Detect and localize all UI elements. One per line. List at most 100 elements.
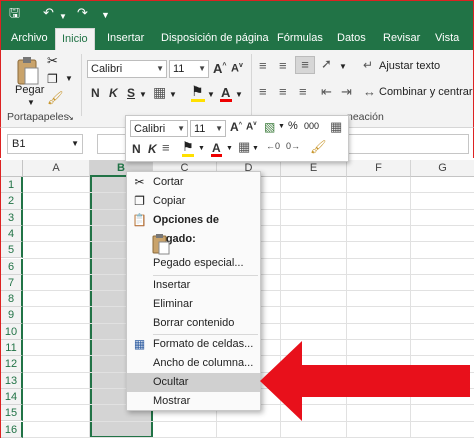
column-header-a[interactable]: A (23, 160, 90, 177)
align-bottom-icon[interactable]: ≡ (295, 56, 315, 74)
orientation-icon[interactable]: ➚ (321, 56, 332, 72)
center-align-icon[interactable]: ≡ (162, 140, 170, 155)
mini-font-size[interactable]: 11 ▼ (190, 120, 226, 137)
undo-icon[interactable]: ↶ (43, 5, 54, 21)
bold-icon[interactable]: N (91, 86, 100, 100)
row-header[interactable]: 14 (1, 388, 23, 406)
chevron-down-icon[interactable]: ▼ (235, 90, 243, 99)
menu-item-format-cells[interactable]: ▦ Formato de celdas... (127, 335, 260, 354)
row-header[interactable]: 3 (1, 209, 23, 226)
row-header[interactable]: 4 (1, 225, 23, 243)
wrap-text-button[interactable]: Ajustar texto (379, 60, 440, 72)
format-painter-icon[interactable]: 🖌 (47, 90, 64, 106)
chevron-down-icon[interactable]: ▼ (198, 145, 205, 152)
menu-item-paste-special[interactable]: Pegado especial... (127, 254, 260, 273)
menu-item-unhide[interactable]: Mostrar (127, 392, 260, 411)
paste-dropdown-icon[interactable]: ▼ (27, 98, 35, 107)
row-header[interactable]: 10 (1, 323, 23, 340)
menu-item-copy[interactable]: ❐ Copiar (127, 192, 260, 211)
customize-toolbar-icon[interactable]: ▼ (101, 7, 110, 23)
bold-icon[interactable]: N (132, 142, 141, 156)
row-header[interactable]: 8 (1, 291, 23, 308)
align-right-icon[interactable]: ≡ (299, 84, 307, 99)
align-top-icon[interactable]: ≡ (259, 58, 267, 73)
column-header-e[interactable]: E (281, 160, 347, 177)
chevron-down-icon[interactable]: ▼ (278, 123, 285, 130)
font-size-box[interactable]: 11 ▼ (169, 60, 209, 78)
tab-datos[interactable]: Datos (331, 28, 372, 50)
row-header[interactable]: 1 (1, 177, 23, 194)
row-header[interactable]: 7 (1, 274, 23, 292)
wrap-text-icon[interactable]: ↵ (363, 58, 373, 72)
dialog-launcher-icon[interactable]: ↘ (67, 113, 74, 122)
align-center-icon[interactable]: ≡ (279, 84, 287, 99)
redo-icon[interactable]: ↷ (77, 5, 88, 21)
merge-center-button[interactable]: Combinar y centrar (379, 86, 473, 98)
menu-item-hide[interactable]: Ocultar (127, 373, 260, 392)
increase-decimal-icon[interactable]: ←0 (266, 141, 280, 151)
accounting-format-icon[interactable]: ▧ (264, 120, 275, 134)
tab-insertar[interactable]: Insertar (101, 28, 150, 50)
merge-center-icon[interactable]: ↔ (363, 84, 376, 99)
tab-disposicion[interactable]: Disposición de página (155, 28, 275, 50)
menu-item-cut[interactable]: ✂ Cortar (127, 173, 260, 192)
increase-font-icon[interactable]: A^ (230, 120, 242, 134)
font-color-icon[interactable]: A (212, 141, 221, 155)
row-header[interactable]: 6 (1, 258, 23, 275)
underline-icon[interactable]: S (127, 86, 135, 100)
align-left-icon[interactable]: ≡ (259, 84, 267, 99)
row-header[interactable]: 15 (1, 405, 23, 422)
thousands-separator-button[interactable]: 000 (304, 121, 319, 131)
chevron-down-icon[interactable]: ▼ (169, 90, 177, 99)
decrease-indent-icon[interactable]: ⇤ (321, 84, 332, 100)
copy-icon[interactable]: ❐ (47, 72, 58, 86)
italic-icon[interactable]: K (109, 86, 118, 100)
chevron-down-icon[interactable]: ▼ (252, 145, 259, 152)
font-color-icon[interactable]: A (221, 85, 230, 100)
menu-item-clear-contents[interactable]: Borrar contenido (127, 314, 260, 333)
row-header[interactable]: 5 (1, 242, 23, 259)
tab-vista[interactable]: Vista (429, 28, 465, 50)
tab-revisar[interactable]: Revisar (377, 28, 426, 50)
font-name-box[interactable]: Calibri ▼ (87, 60, 167, 78)
save-icon[interactable]: 🖫 (9, 5, 20, 21)
menu-item-insert[interactable]: Insertar (127, 276, 260, 295)
column-header-f[interactable]: F (347, 160, 411, 177)
row-header[interactable]: 16 (1, 421, 23, 438)
borders-icon[interactable]: ▦ (238, 139, 250, 155)
borders-icon[interactable]: ▦ (153, 84, 166, 101)
row-header[interactable]: 12 (1, 356, 23, 373)
mini-font-name[interactable]: Calibri ▼ (130, 120, 188, 137)
row-header[interactable]: 9 (1, 307, 23, 324)
fill-color-icon[interactable]: ⚑ (191, 83, 204, 100)
chevron-down-icon[interactable]: ▼ (339, 62, 347, 71)
chevron-down-icon[interactable]: ▼ (139, 90, 147, 99)
undo-dropdown-icon[interactable]: ▼ (59, 9, 67, 25)
format-table-icon[interactable]: ▦ (330, 119, 342, 135)
percent-style-button[interactable]: % (288, 120, 298, 132)
name-box[interactable]: B1 ▼ (7, 134, 83, 154)
align-middle-icon[interactable]: ≡ (279, 58, 287, 73)
menu-item-delete[interactable]: Eliminar (127, 295, 260, 314)
chevron-down-icon[interactable]: ▼ (207, 90, 215, 99)
increase-indent-icon[interactable]: ⇥ (341, 84, 352, 100)
select-all-corner[interactable] (1, 160, 23, 177)
row-header[interactable]: 11 (1, 340, 23, 357)
decrease-font-icon[interactable]: Av (246, 121, 257, 132)
decrease-decimal-icon[interactable]: 0→ (286, 141, 300, 151)
column-header-g[interactable]: G (411, 160, 474, 177)
menu-item-column-width[interactable]: Ancho de columna... (127, 354, 260, 373)
cut-icon[interactable]: ✂ (47, 53, 58, 69)
chevron-down-icon[interactable]: ▼ (226, 145, 233, 152)
tab-archivo[interactable]: Archivo (5, 28, 54, 50)
italic-icon[interactable]: K (148, 142, 157, 156)
tab-inicio[interactable]: Inicio (55, 28, 95, 50)
increase-font-icon[interactable]: A^ (213, 61, 226, 76)
decrease-font-icon[interactable]: Av (231, 62, 243, 75)
format-painter-icon[interactable]: 🖌 (310, 139, 327, 155)
fill-color-icon[interactable]: ⚑ (182, 139, 194, 155)
tab-formulas[interactable]: Fórmulas (271, 28, 329, 50)
copy-dropdown-icon[interactable]: ▼ (65, 74, 73, 83)
row-header[interactable]: 13 (1, 372, 23, 389)
row-header[interactable]: 2 (1, 193, 23, 210)
